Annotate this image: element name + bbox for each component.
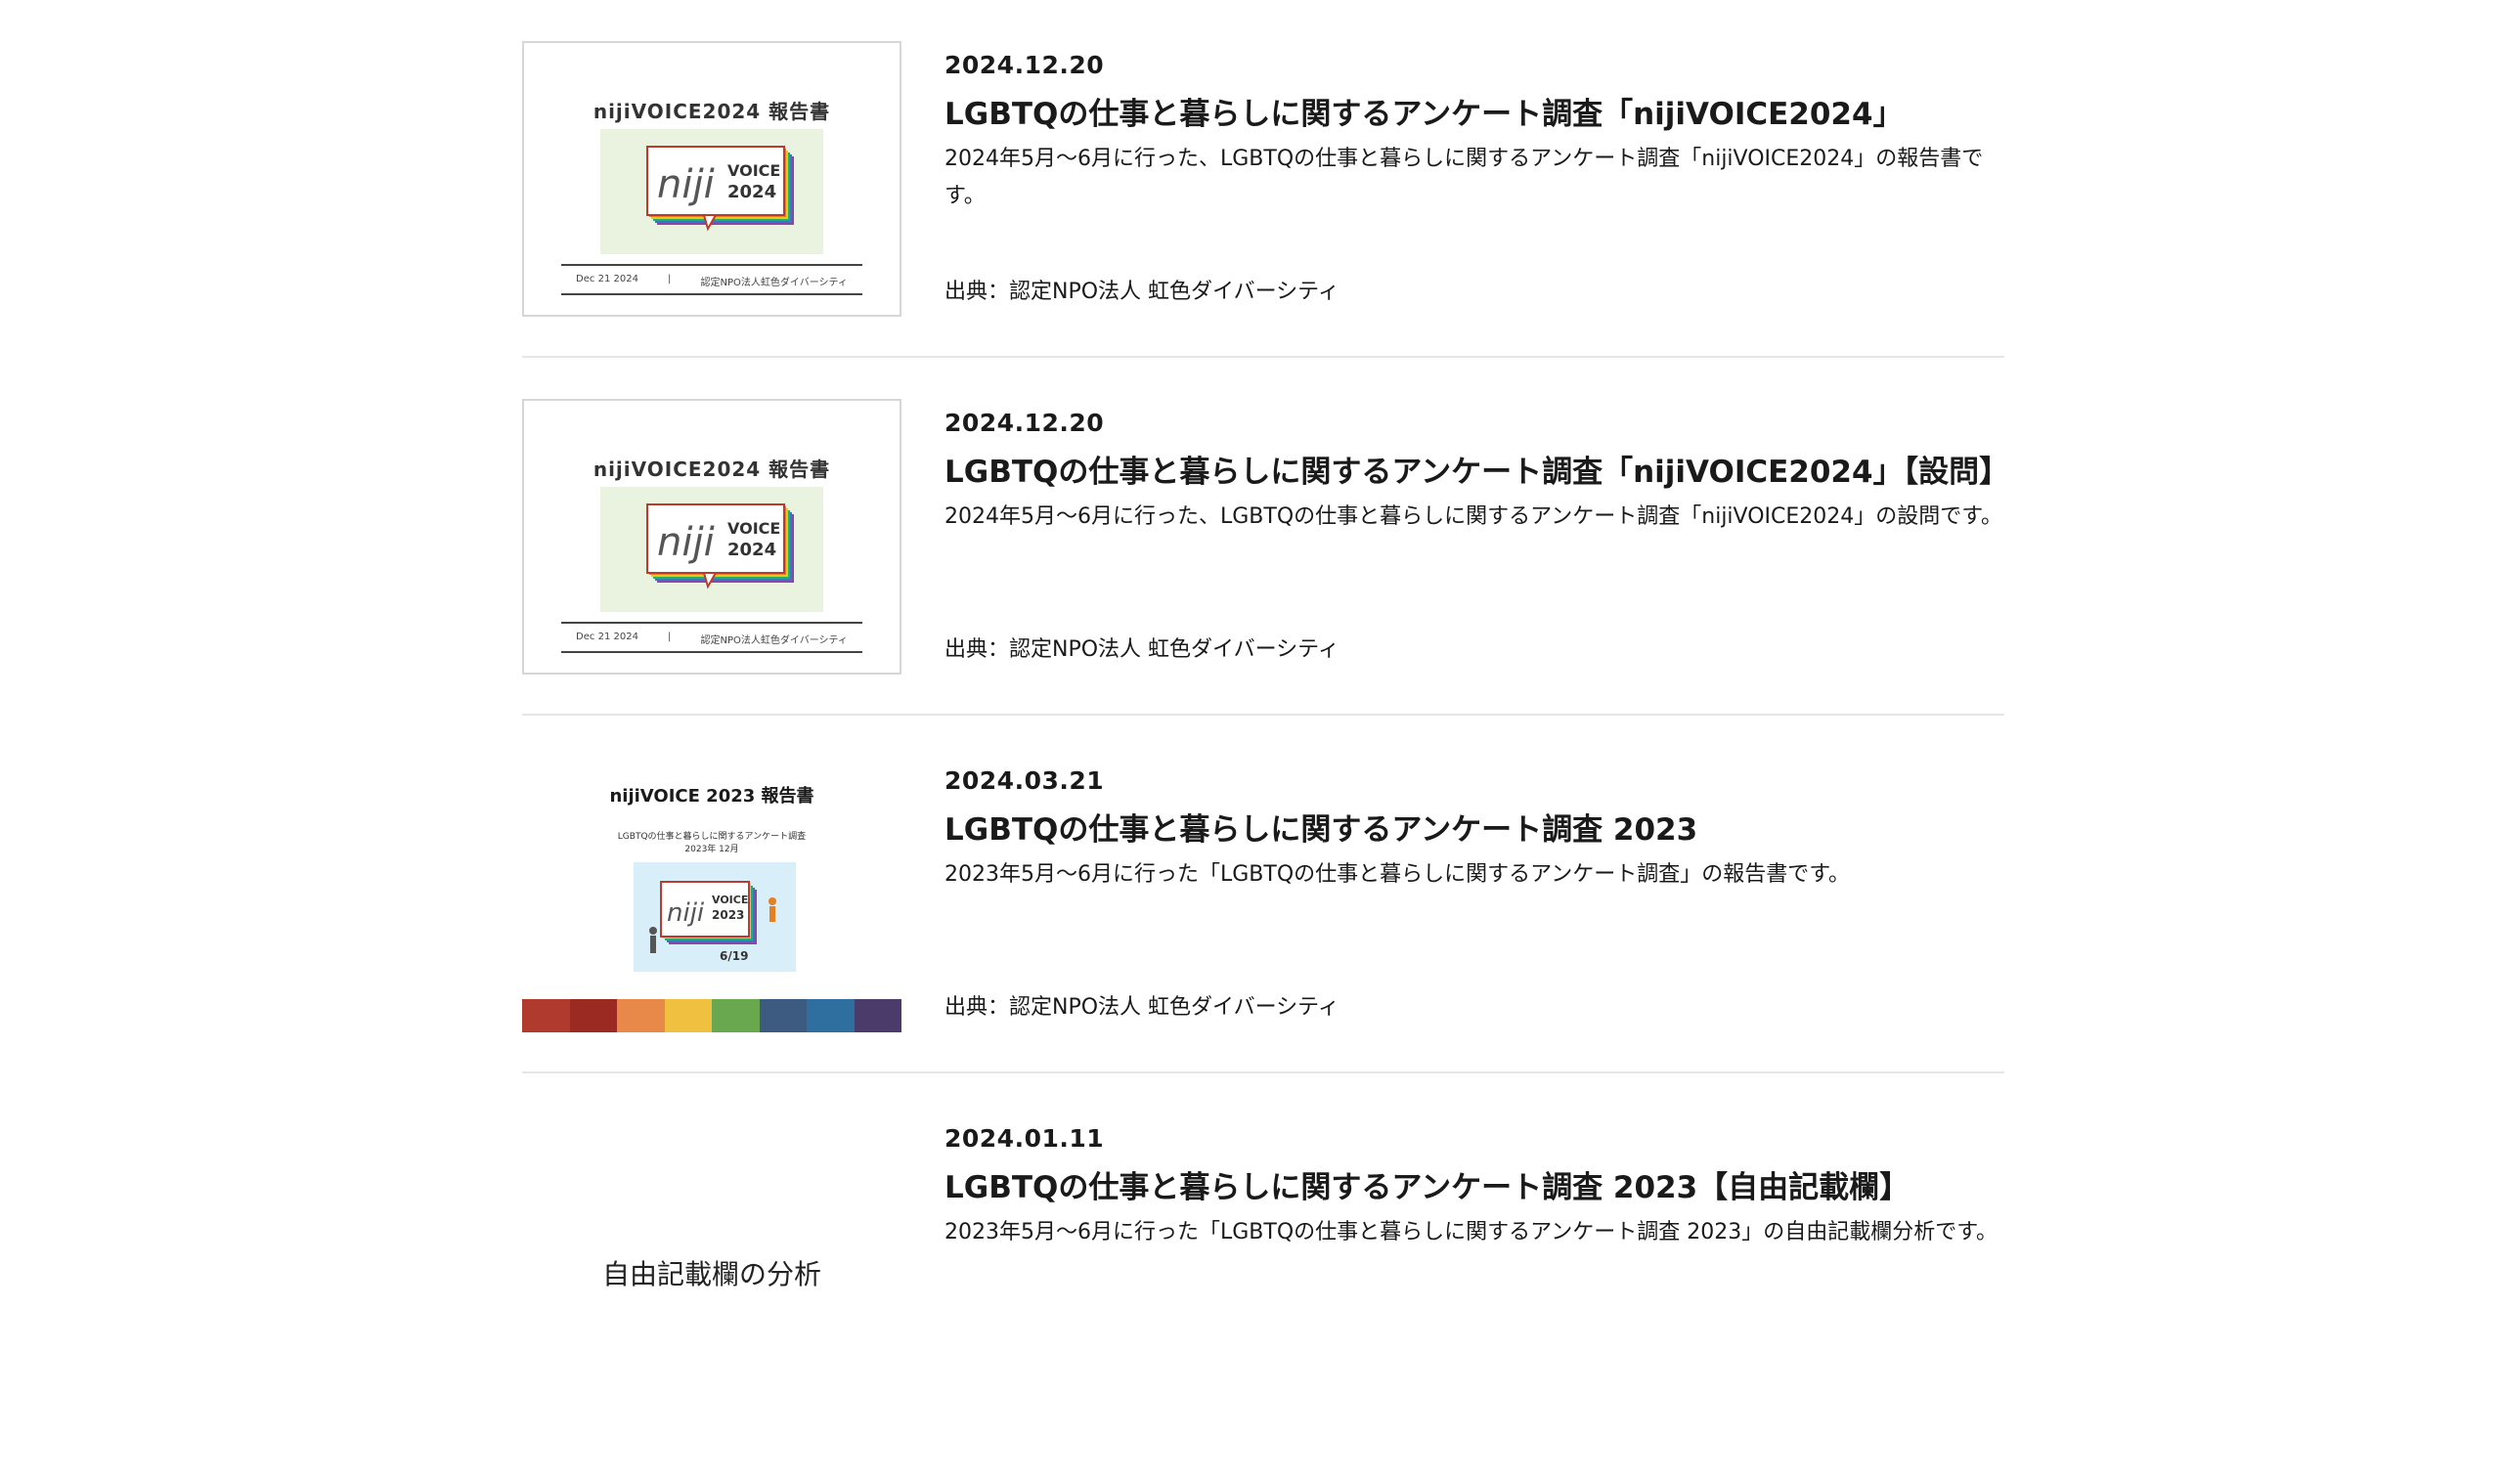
svg-text:VOICE: VOICE xyxy=(727,519,780,538)
divider xyxy=(561,293,862,295)
svg-text:6/19: 6/19 xyxy=(720,949,748,963)
thumbnail-footer: Dec 21 2024 | 認定NPO法人虹色ダイバーシティ xyxy=(561,632,862,646)
item-text: 2024.03.21 LGBTQの仕事と暮らしに関するアンケート調査 2023 … xyxy=(944,764,2010,1020)
item-description: 2023年5月〜6月に行った「LGBTQの仕事と暮らしに関するアンケート調査」の… xyxy=(944,862,1851,887)
item-text: 2024.01.11 LGBTQの仕事と暮らしに関するアンケート調査 2023【… xyxy=(944,1122,2010,1331)
item-date: 2024.12.20 xyxy=(944,51,1105,79)
item-title-link[interactable]: LGBTQの仕事と暮らしに関するアンケート調査 2023【自由記載欄】 xyxy=(944,1167,2010,1208)
item-description: 2024年5月〜6月に行った、LGBTQの仕事と暮らしに関するアンケート調査「n… xyxy=(944,147,1984,208)
item-text: 2024.12.20 LGBTQの仕事と暮らしに関するアンケート調査「nijiV… xyxy=(944,407,2010,662)
thumbnail-subtitle: LGBTQの仕事と暮らしに関するアンケート調査 2023年 12月 xyxy=(522,831,901,856)
svg-text:VOICE: VOICE xyxy=(712,894,748,906)
item-description: 2023年5月〜6月に行った「LGBTQの仕事と暮らしに関するアンケート調査 2… xyxy=(944,1220,1998,1244)
item-source: 出典：認定NPO法人 虹色ダイバーシティ xyxy=(944,280,1339,304)
svg-text:niji: niji xyxy=(657,162,715,207)
item-date: 2024.01.11 xyxy=(944,1124,1105,1153)
nijivoice-logo: niji VOICE 2024 xyxy=(600,487,823,612)
item-description: 2024年5月〜6月に行った、LGBTQの仕事と暮らしに関するアンケート調査「n… xyxy=(944,504,2003,529)
thumbnail-org: 認定NPO法人虹色ダイバーシティ xyxy=(700,635,848,646)
item-source: 出典：認定NPO法人 虹色ダイバーシティ xyxy=(944,995,1339,1020)
thumbnail-date: Dec 21 2024 xyxy=(576,632,638,642)
list-item[interactable]: nijiVOICE 2023 報告書 LGBTQの仕事と暮らしに関するアンケート… xyxy=(522,716,2004,1073)
logo-graphic: niji VOICE 2024 xyxy=(646,503,794,589)
nijivoice-logo: niji VOICE 2024 xyxy=(600,129,823,254)
thumbnail-label: 自由記載欄の分析 xyxy=(601,1258,821,1290)
item-title-link[interactable]: LGBTQの仕事と暮らしに関するアンケート調査「nijiVOICE2024」 xyxy=(944,94,2010,135)
svg-text:2023: 2023 xyxy=(712,908,744,922)
svg-text:2024: 2024 xyxy=(727,182,776,202)
svg-text:niji: niji xyxy=(657,520,715,565)
svg-text:2024: 2024 xyxy=(727,540,776,560)
divider xyxy=(561,264,862,266)
logo-graphic: niji VOICE 2024 xyxy=(646,146,794,232)
thumbnail-title: nijiVOICE2024 報告書 xyxy=(593,458,831,481)
item-text: 2024.12.20 LGBTQの仕事と暮らしに関するアンケート調査「nijiV… xyxy=(944,49,2010,304)
report-thumbnail[interactable]: nijiVOICE2024 報告書 niji VOICE 2024 Dec 21… xyxy=(522,41,901,317)
report-thumbnail[interactable]: 自由記載欄の分析 xyxy=(522,1114,901,1390)
divider xyxy=(561,622,862,624)
thumbnail-date: Dec 21 2024 xyxy=(576,274,638,284)
thumbnail-separator: | xyxy=(668,274,672,284)
list-item[interactable]: 自由記載欄の分析 2024.01.11 LGBTQの仕事と暮らしに関するアンケー… xyxy=(522,1073,2004,1484)
item-title-link[interactable]: LGBTQの仕事と暮らしに関するアンケート調査「nijiVOICE2024」【設… xyxy=(944,452,2010,493)
item-date: 2024.03.21 xyxy=(944,766,1105,795)
logo-graphic: niji VOICE 2023 6/19 xyxy=(649,881,776,963)
report-thumbnail[interactable]: nijiVOICE 2023 報告書 LGBTQの仕事と暮らしに関するアンケート… xyxy=(522,757,901,1032)
thumbnail-separator: | xyxy=(668,632,672,642)
thumbnail-subtitle-line: LGBTQの仕事と暮らしに関するアンケート調査 xyxy=(617,832,807,842)
thumbnail-title: nijiVOICE2024 報告書 xyxy=(593,100,831,123)
divider xyxy=(561,651,862,653)
thumbnail-subtitle-date: 2023年 12月 xyxy=(684,845,739,854)
nijivoice-2023-logo: niji VOICE 2023 6/19 xyxy=(634,862,796,972)
svg-text:VOICE: VOICE xyxy=(727,161,780,180)
thumbnail-footer: Dec 21 2024 | 認定NPO法人虹色ダイバーシティ xyxy=(561,274,862,288)
rainbow-stripe xyxy=(522,999,901,1032)
item-title-link[interactable]: LGBTQの仕事と暮らしに関するアンケート調査 2023 xyxy=(944,809,2010,851)
list-item[interactable]: nijiVOICE2024 報告書 niji VOICE 2024 Dec 21… xyxy=(522,358,2009,716)
item-source: 出典：認定NPO法人 虹色ダイバーシティ xyxy=(944,637,1339,662)
thumbnail-org: 認定NPO法人虹色ダイバーシティ xyxy=(700,278,848,288)
report-thumbnail[interactable]: nijiVOICE2024 報告書 niji VOICE 2024 Dec 21… xyxy=(522,399,901,675)
item-date: 2024.12.20 xyxy=(944,409,1105,437)
svg-text:niji: niji xyxy=(667,898,705,928)
report-list: nijiVOICE2024 報告書 niji VOICE 2024 Dec 21… xyxy=(522,0,2009,1484)
list-item[interactable]: nijiVOICE2024 報告書 niji VOICE 2024 Dec 21… xyxy=(522,0,2004,358)
thumbnail-title: nijiVOICE 2023 報告書 xyxy=(609,786,814,807)
